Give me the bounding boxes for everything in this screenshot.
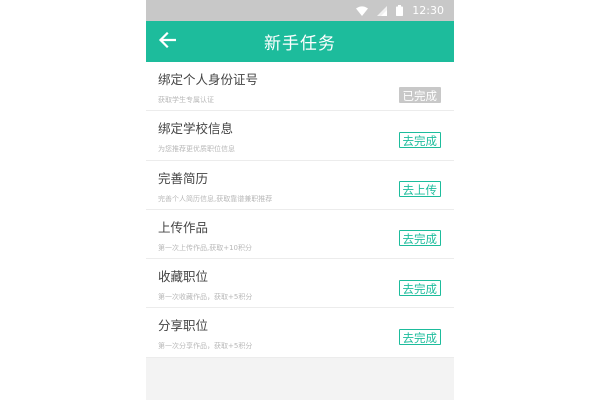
upload-resume-button[interactable]: 去上传	[398, 180, 441, 197]
status-time: 12:30	[412, 4, 444, 17]
signal-icon	[377, 5, 388, 16]
complete-task-button[interactable]: 去完成	[398, 280, 441, 297]
task-name: 上传作品	[158, 219, 209, 235]
app-bar: 新手任务	[146, 21, 454, 62]
task-desc: 第一次上传作品,获取+10积分	[158, 243, 252, 252]
task-name: 绑定个人身份证号	[158, 72, 259, 87]
complete-task-button[interactable]: 去完成	[398, 132, 441, 149]
task-item-resume: 完善简历 完善个人简历信息,获取靠谱兼职推荐 去上传	[146, 161, 454, 210]
wifi-icon	[356, 5, 369, 16]
task-item-share-job: 分享职位 第一次分享作品，获取+5积分 去完成	[146, 308, 454, 358]
task-desc: 完善个人简历信息,获取靠谱兼职推荐	[158, 194, 273, 203]
status-bar: 12:30	[146, 0, 454, 21]
complete-task-button[interactable]: 去完成	[398, 229, 441, 246]
task-item-bind-id: 绑定个人身份证号 获取学生专属认证 已完成	[146, 62, 454, 112]
task-list: 绑定个人身份证号 获取学生专属认证 已完成 绑定学校信息 为您推荐更优质职位信息…	[146, 62, 454, 358]
task-name: 收藏职位	[158, 269, 209, 285]
page-title: 新手任务	[264, 34, 336, 54]
task-item-favorite-job: 收藏职位 第一次收藏作品，获取+5积分 去完成	[146, 259, 454, 309]
task-desc: 为您推荐更优质职位信息	[158, 145, 235, 154]
battery-icon	[396, 5, 404, 16]
task-name: 分享职位	[158, 318, 209, 334]
complete-task-button[interactable]: 去完成	[398, 329, 441, 346]
task-completed-badge: 已完成	[398, 87, 441, 103]
back-button[interactable]	[156, 31, 178, 53]
task-item-upload-work: 上传作品 第一次上传作品,获取+10积分 去完成	[146, 210, 454, 260]
task-item-bind-school: 绑定学校信息 为您推荐更优质职位信息 去完成	[146, 111, 454, 161]
task-desc: 获取学生专属认证	[158, 96, 214, 104]
arrow-left-icon	[158, 31, 177, 52]
phone-screen: 12:30 新手任务 绑定个人身份证号 获取学生专属认证 已完成 绑定学校信息 …	[146, 0, 454, 400]
task-name: 绑定学校信息	[158, 121, 234, 137]
task-name: 完善简历	[158, 170, 209, 186]
task-desc: 第一次收藏作品，获取+5积分	[158, 293, 253, 302]
task-desc: 第一次分享作品，获取+5积分	[158, 342, 253, 351]
